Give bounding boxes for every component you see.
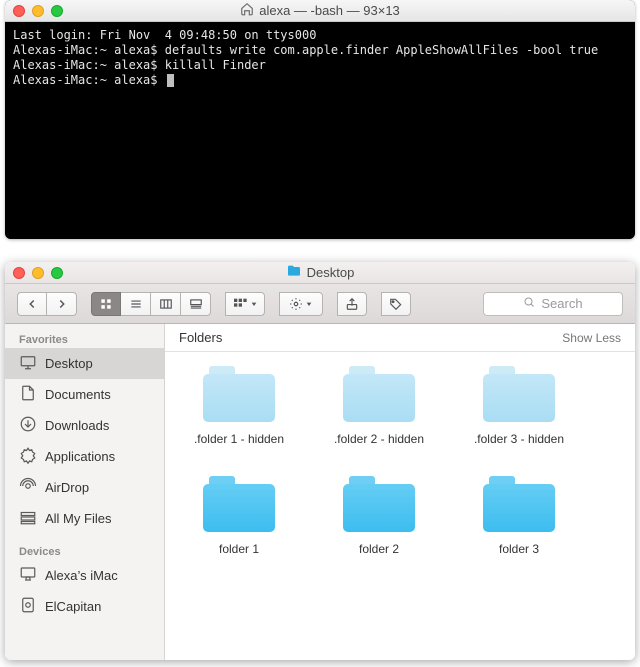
folder-name: folder 2: [327, 542, 431, 556]
window-controls: [13, 5, 63, 17]
close-button[interactable]: [13, 267, 25, 279]
folder-icon: [203, 366, 275, 422]
finder-title-text: Desktop: [307, 265, 355, 280]
close-button[interactable]: [13, 5, 25, 17]
search-input[interactable]: Search: [483, 292, 623, 316]
terminal-line: Alexas-iMac:~ alexa$ killall Finder: [13, 58, 627, 73]
finder-window: Desktop: [5, 262, 635, 660]
disk-icon: [19, 596, 37, 617]
back-button[interactable]: [17, 292, 47, 316]
section-header: Folders Show Less: [165, 324, 635, 352]
sidebar-item-label: Documents: [45, 387, 111, 402]
document-icon: [19, 384, 37, 405]
folder-icon: [343, 476, 415, 532]
folder-row-hidden: .folder 1 - hidden .folder 2 - hidden .f…: [175, 366, 625, 446]
folder-item[interactable]: folder 2: [327, 476, 431, 556]
folder-name: .folder 3 - hidden: [467, 432, 571, 446]
folder-icon: [483, 476, 555, 532]
folder-name: folder 3: [467, 542, 571, 556]
sidebar-item-label: AirDrop: [45, 480, 89, 495]
folder-item[interactable]: .folder 1 - hidden: [187, 366, 291, 446]
minimize-button[interactable]: [32, 267, 44, 279]
sidebar-item-label: All My Files: [45, 511, 111, 526]
sidebar-item-label: Alexa’s iMac: [45, 568, 118, 583]
coverflow-view-button[interactable]: [181, 292, 211, 316]
tags-group: [381, 292, 411, 316]
finder-content: Folders Show Less .folder 1 - hidden .fo…: [165, 324, 635, 660]
search-icon: [523, 296, 535, 311]
sidebar-item-label: ElCapitan: [45, 599, 101, 614]
allfiles-icon: [19, 508, 37, 529]
terminal-titlebar: alexa — -bash — 93×13: [5, 0, 635, 22]
sidebar-item-applications[interactable]: Applications: [5, 441, 164, 472]
sidebar-item-label: Applications: [45, 449, 115, 464]
forward-button[interactable]: [47, 292, 77, 316]
sidebar-item-elcapitan[interactable]: ElCapitan: [5, 591, 164, 622]
terminal-line: Last login: Fri Nov 4 09:48:50 on ttys00…: [13, 28, 627, 43]
home-icon: [240, 2, 254, 19]
folder-name: .folder 1 - hidden: [187, 432, 291, 446]
terminal-line: Alexas-iMac:~ alexa$ defaults write com.…: [13, 43, 627, 58]
tags-button[interactable]: [381, 292, 411, 316]
terminal-cursor: [167, 74, 174, 87]
icon-view-button[interactable]: [91, 292, 121, 316]
folder-row-normal: folder 1 folder 2 folder 3: [175, 476, 625, 556]
terminal-prompt-line: Alexas-iMac:~ alexa$: [13, 73, 627, 88]
share-group: [337, 292, 367, 316]
sidebar-header-devices: Devices: [5, 542, 164, 560]
downloads-icon: [19, 415, 37, 436]
arrange-group: [225, 292, 265, 316]
terminal-title-text: alexa — -bash — 93×13: [259, 3, 400, 18]
terminal-prompt: Alexas-iMac:~ alexa$: [13, 73, 165, 87]
nav-buttons: [17, 292, 77, 316]
minimize-button[interactable]: [32, 5, 44, 17]
folder-icon: [286, 263, 302, 282]
sidebar-header-favorites: Favorites: [5, 330, 164, 348]
folder-icon: [203, 476, 275, 532]
applications-icon: [19, 446, 37, 467]
sidebar-item-downloads[interactable]: Downloads: [5, 410, 164, 441]
folder-name: folder 1: [187, 542, 291, 556]
zoom-button[interactable]: [51, 267, 63, 279]
terminal-title: alexa — -bash — 93×13: [5, 2, 635, 19]
finder-titlebar: Desktop: [5, 262, 635, 284]
sidebar: Favorites Desktop Documents Downloads Ap…: [5, 324, 165, 660]
sidebar-item-airdrop[interactable]: AirDrop: [5, 472, 164, 503]
folder-grid: .folder 1 - hidden .folder 2 - hidden .f…: [165, 352, 635, 660]
action-button[interactable]: [279, 292, 323, 316]
imac-icon: [19, 565, 37, 586]
airdrop-icon: [19, 477, 37, 498]
finder-body: Favorites Desktop Documents Downloads Ap…: [5, 324, 635, 660]
arrange-button[interactable]: [225, 292, 265, 316]
sidebar-item-allmyfiles[interactable]: All My Files: [5, 503, 164, 534]
section-title: Folders: [179, 330, 222, 345]
folder-icon: [483, 366, 555, 422]
terminal-window: alexa — -bash — 93×13 Last login: Fri No…: [5, 0, 635, 239]
folder-icon: [343, 366, 415, 422]
sidebar-item-label: Desktop: [45, 356, 93, 371]
desktop-icon: [19, 353, 37, 374]
sidebar-item-imac[interactable]: Alexa’s iMac: [5, 560, 164, 591]
list-view-button[interactable]: [121, 292, 151, 316]
search-placeholder: Search: [541, 296, 582, 311]
column-view-button[interactable]: [151, 292, 181, 316]
folder-name: .folder 2 - hidden: [327, 432, 431, 446]
view-buttons: [91, 292, 211, 316]
finder-title: Desktop: [5, 263, 635, 282]
sidebar-item-desktop[interactable]: Desktop: [5, 348, 164, 379]
sidebar-item-label: Downloads: [45, 418, 109, 433]
terminal-body[interactable]: Last login: Fri Nov 4 09:48:50 on ttys00…: [5, 22, 635, 239]
window-controls: [13, 267, 63, 279]
sidebar-item-documents[interactable]: Documents: [5, 379, 164, 410]
folder-item[interactable]: .folder 2 - hidden: [327, 366, 431, 446]
show-less-button[interactable]: Show Less: [562, 331, 621, 345]
finder-toolbar: Search: [5, 284, 635, 324]
folder-item[interactable]: folder 1: [187, 476, 291, 556]
action-group: [279, 292, 323, 316]
folder-item[interactable]: .folder 3 - hidden: [467, 366, 571, 446]
zoom-button[interactable]: [51, 5, 63, 17]
folder-item[interactable]: folder 3: [467, 476, 571, 556]
share-button[interactable]: [337, 292, 367, 316]
